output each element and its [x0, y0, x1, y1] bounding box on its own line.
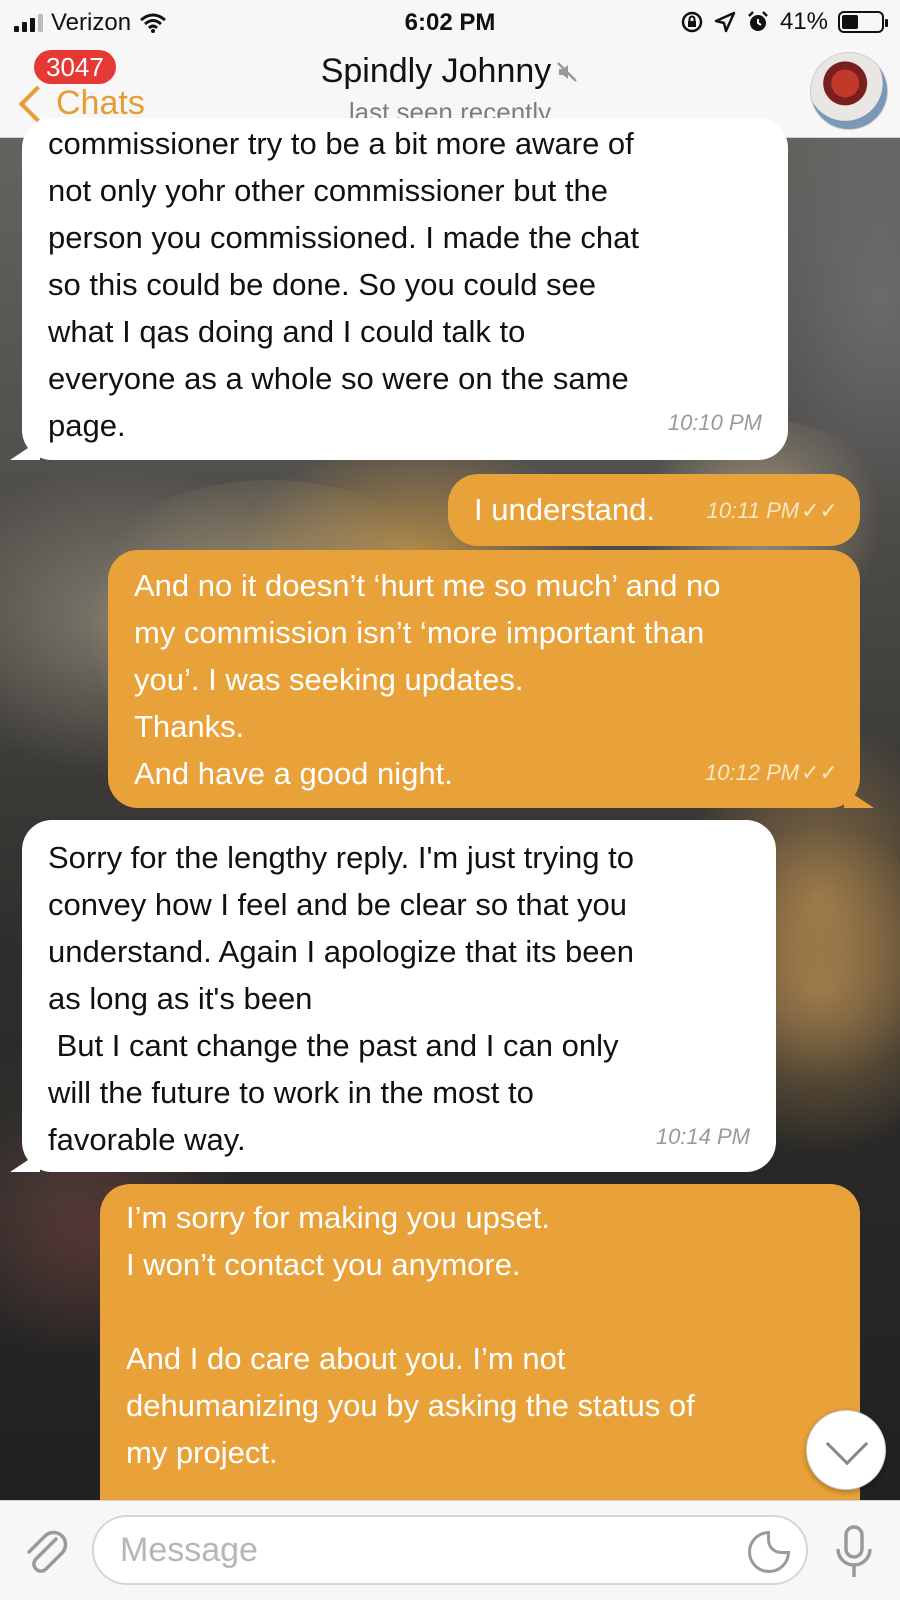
- message-time-row: 10:12 PM✓✓: [705, 749, 838, 796]
- message-bubble-incoming[interactable]: commissioner try to be a bit more aware …: [10, 118, 788, 460]
- chevron-down-icon: [825, 1422, 869, 1466]
- message-text: Sorry for the lengthy reply. I'm just tr…: [48, 840, 634, 1157]
- location-icon: [714, 11, 736, 33]
- message-time-row: 10:11 PM✓✓: [707, 487, 838, 534]
- status-right: 41%: [680, 8, 888, 36]
- battery-icon: [838, 11, 888, 33]
- read-check-icon: ✓✓: [801, 498, 838, 523]
- mute-icon: [557, 61, 578, 82]
- status-bar: Verizon 6:02 PM 41%: [0, 0, 900, 44]
- chat-title-block[interactable]: Spindly Johnny last seen recently: [0, 52, 900, 128]
- message-text: I’m sorry for making you upset. I won’t …: [126, 1200, 695, 1470]
- read-check-icon: ✓✓: [801, 760, 838, 785]
- message-text: commissioner try to be a bit more aware …: [48, 126, 640, 443]
- message-bubble-outgoing[interactable]: I’m sorry for making you upset. I won’t …: [100, 1184, 860, 1524]
- scroll-to-bottom-button[interactable]: [806, 1410, 886, 1490]
- message-time: 10:10 PM: [667, 410, 762, 435]
- alarm-icon: [748, 11, 768, 31]
- sticker-icon[interactable]: [748, 1531, 790, 1573]
- message-bubble-incoming[interactable]: Sorry for the lengthy reply. I'm just tr…: [10, 820, 776, 1172]
- orientation-lock-icon: [681, 11, 703, 33]
- message-time: 10:11 PM: [706, 498, 800, 523]
- message-time: 10:12 PM: [704, 760, 800, 785]
- message-composer: [0, 1500, 900, 1600]
- microphone-icon[interactable]: [832, 1523, 876, 1581]
- message-bubble-outgoing[interactable]: I understand. 10:11 PM✓✓: [448, 474, 860, 546]
- chat-title-row: Spindly Johnny: [321, 52, 580, 91]
- avatar[interactable]: [810, 52, 888, 130]
- battery-percent: 41%: [779, 8, 828, 35]
- paperclip-icon[interactable]: [22, 1525, 68, 1577]
- message-input[interactable]: [92, 1515, 808, 1585]
- message-bubble-outgoing[interactable]: And no it doesn’t ‘hurt me so much’ and …: [108, 550, 874, 808]
- battery-fill: [842, 15, 858, 29]
- chat-title: Spindly Johnny: [320, 52, 552, 90]
- message-time: 10:14 PM: [655, 1124, 750, 1149]
